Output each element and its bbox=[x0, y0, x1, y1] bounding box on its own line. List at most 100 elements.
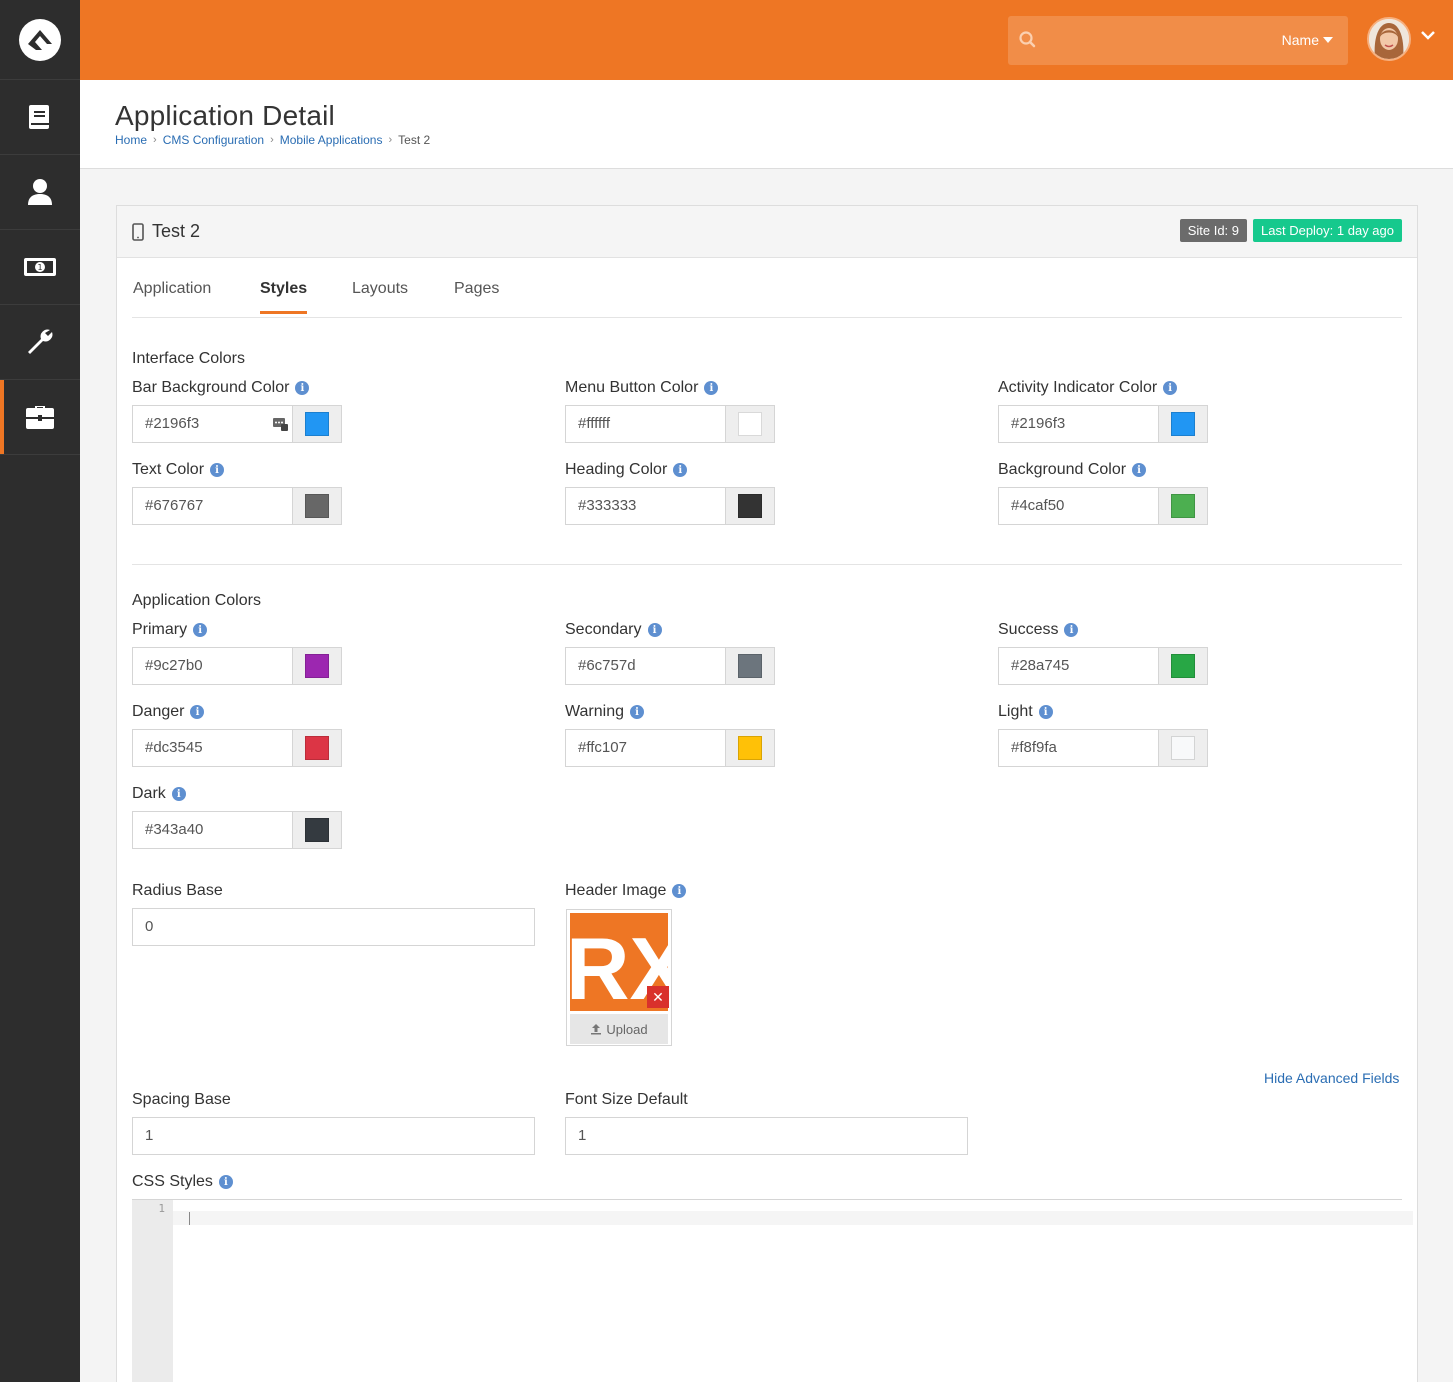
avatar[interactable] bbox=[1367, 17, 1411, 61]
password-manager-icon[interactable] bbox=[272, 417, 289, 432]
bar-background-color-picker[interactable]: #2196f3 bbox=[132, 405, 342, 443]
field-label-text: Spacing Base bbox=[132, 1091, 231, 1108]
color-swatch-button[interactable] bbox=[293, 648, 341, 684]
info-icon[interactable]: i bbox=[629, 705, 644, 719]
success-color-input[interactable]: #28a745 bbox=[999, 648, 1159, 684]
sidebar: 1 bbox=[0, 0, 80, 1382]
light-color-input[interactable]: #f8f9fa bbox=[999, 730, 1159, 766]
color-swatch-button[interactable] bbox=[726, 406, 774, 442]
tab-layouts[interactable]: Layouts bbox=[352, 280, 408, 311]
info-icon[interactable]: i bbox=[647, 623, 662, 637]
upload-label: Upload bbox=[606, 1021, 648, 1037]
sidebar-item-admin[interactable] bbox=[0, 380, 80, 455]
warning-color-picker[interactable]: #ffc107 bbox=[565, 729, 775, 767]
chevron-right-icon: › bbox=[388, 134, 393, 146]
activity-indicator-color-picker[interactable]: #2196f3 bbox=[998, 405, 1208, 443]
tab-styles[interactable]: Styles bbox=[260, 280, 308, 314]
dark-color-input[interactable]: #343a40 bbox=[133, 812, 293, 848]
info-icon[interactable]: i bbox=[673, 463, 688, 477]
tab-application[interactable]: Application bbox=[133, 280, 211, 311]
warning-color-input[interactable]: #ffc107 bbox=[566, 730, 726, 766]
primary-color-label: Primary i bbox=[132, 621, 208, 639]
info-icon[interactable]: i bbox=[193, 623, 208, 637]
text-color-picker[interactable]: #676767 bbox=[132, 487, 342, 525]
color-swatch-button[interactable] bbox=[1159, 730, 1207, 766]
hide-advanced-fields-link[interactable]: Hide Advanced Fields bbox=[1264, 1070, 1399, 1086]
text-color-input[interactable]: #676767 bbox=[133, 488, 293, 524]
css-styles-editor[interactable]: 1 bbox=[132, 1199, 1413, 1382]
briefcase-icon bbox=[26, 406, 54, 429]
sidebar-item-people[interactable] bbox=[0, 155, 80, 230]
info-icon[interactable]: i bbox=[672, 884, 687, 898]
color-swatch-button[interactable] bbox=[726, 730, 774, 766]
upload-button[interactable]: Upload bbox=[570, 1014, 668, 1044]
color-swatch-button[interactable] bbox=[1159, 406, 1207, 442]
money-icon: 1 bbox=[24, 258, 56, 276]
menu-button-color-picker[interactable]: #ffffff bbox=[565, 405, 775, 443]
font-size-default-input[interactable]: 1 bbox=[565, 1117, 968, 1155]
color-swatch-button[interactable] bbox=[293, 488, 341, 524]
activity-indicator-color-input[interactable]: #2196f3 bbox=[999, 406, 1159, 442]
wrench-icon bbox=[28, 329, 53, 354]
chevron-down-icon[interactable] bbox=[1421, 30, 1435, 40]
radius-base-input[interactable]: 0 bbox=[132, 908, 535, 946]
sidebar-item-tools[interactable] bbox=[0, 305, 80, 380]
background-color-picker[interactable]: #4caf50 bbox=[998, 487, 1208, 525]
field-label-text: Activity Indicator Color bbox=[998, 379, 1158, 396]
logo[interactable] bbox=[0, 0, 80, 80]
tab-pages[interactable]: Pages bbox=[454, 280, 499, 311]
color-swatch-button[interactable] bbox=[293, 730, 341, 766]
breadcrumb-home[interactable]: Home bbox=[115, 133, 147, 147]
bar-background-color-input[interactable]: #2196f3 bbox=[133, 406, 293, 442]
field-label-text: Header Image bbox=[565, 882, 667, 899]
page-title: Application Detail bbox=[115, 100, 335, 131]
spacing-base-input[interactable]: 1 bbox=[132, 1117, 535, 1155]
field-label-text: Primary bbox=[132, 621, 188, 638]
search-scope-dropdown[interactable]: Name bbox=[1282, 32, 1333, 48]
info-icon[interactable]: i bbox=[1163, 381, 1178, 395]
activity-indicator-color-label: Activity Indicator Color i bbox=[998, 379, 1178, 397]
color-swatch bbox=[738, 654, 762, 678]
info-icon[interactable]: i bbox=[218, 1175, 233, 1189]
color-swatch-button[interactable] bbox=[726, 648, 774, 684]
sidebar-item-pages[interactable] bbox=[0, 80, 80, 155]
chevron-right-icon: › bbox=[153, 134, 157, 146]
background-color-input[interactable]: #4caf50 bbox=[999, 488, 1159, 524]
info-icon[interactable]: i bbox=[295, 381, 310, 395]
info-icon[interactable]: i bbox=[704, 381, 719, 395]
color-swatch-button[interactable] bbox=[1159, 488, 1207, 524]
dark-color-picker[interactable]: #343a40 bbox=[132, 811, 342, 849]
book-icon bbox=[29, 105, 49, 129]
primary-color-input[interactable]: #9c27b0 bbox=[133, 648, 293, 684]
editor-active-line bbox=[173, 1211, 1413, 1225]
search-input[interactable]: Name bbox=[1008, 16, 1348, 65]
color-swatch-button[interactable] bbox=[293, 406, 341, 442]
info-icon[interactable]: i bbox=[190, 705, 205, 719]
info-icon[interactable]: i bbox=[171, 787, 186, 801]
tab-bar: Application Styles Layouts Pages bbox=[132, 268, 1402, 318]
heading-color-input[interactable]: #333333 bbox=[566, 488, 726, 524]
search-scope-label: Name bbox=[1281, 32, 1319, 48]
remove-image-button[interactable]: ✕ bbox=[647, 986, 669, 1008]
danger-color-picker[interactable]: #dc3545 bbox=[132, 729, 342, 767]
heading-color-picker[interactable]: #333333 bbox=[565, 487, 775, 525]
danger-color-input[interactable]: #dc3545 bbox=[133, 730, 293, 766]
editor-gutter: 1 bbox=[132, 1200, 173, 1382]
secondary-color-input[interactable]: #6c757d bbox=[566, 648, 726, 684]
color-swatch-button[interactable] bbox=[1159, 648, 1207, 684]
secondary-color-picker[interactable]: #6c757d bbox=[565, 647, 775, 685]
breadcrumb-mobile-applications[interactable]: Mobile Applications bbox=[280, 133, 383, 147]
info-icon[interactable]: i bbox=[1064, 623, 1079, 637]
breadcrumb-cms-configuration[interactable]: CMS Configuration bbox=[163, 133, 264, 147]
menu-button-color-input[interactable]: #ffffff bbox=[566, 406, 726, 442]
sidebar-item-finance[interactable]: 1 bbox=[0, 230, 80, 305]
light-color-picker[interactable]: #f8f9fa bbox=[998, 729, 1208, 767]
info-icon[interactable]: i bbox=[210, 463, 225, 477]
info-icon[interactable]: i bbox=[1038, 705, 1053, 719]
color-swatch-button[interactable] bbox=[293, 812, 341, 848]
primary-color-picker[interactable]: #9c27b0 bbox=[132, 647, 342, 685]
success-color-picker[interactable]: #28a745 bbox=[998, 647, 1208, 685]
color-swatch-button[interactable] bbox=[726, 488, 774, 524]
field-label-text: Radius Base bbox=[132, 882, 223, 899]
info-icon[interactable]: i bbox=[1132, 463, 1147, 477]
